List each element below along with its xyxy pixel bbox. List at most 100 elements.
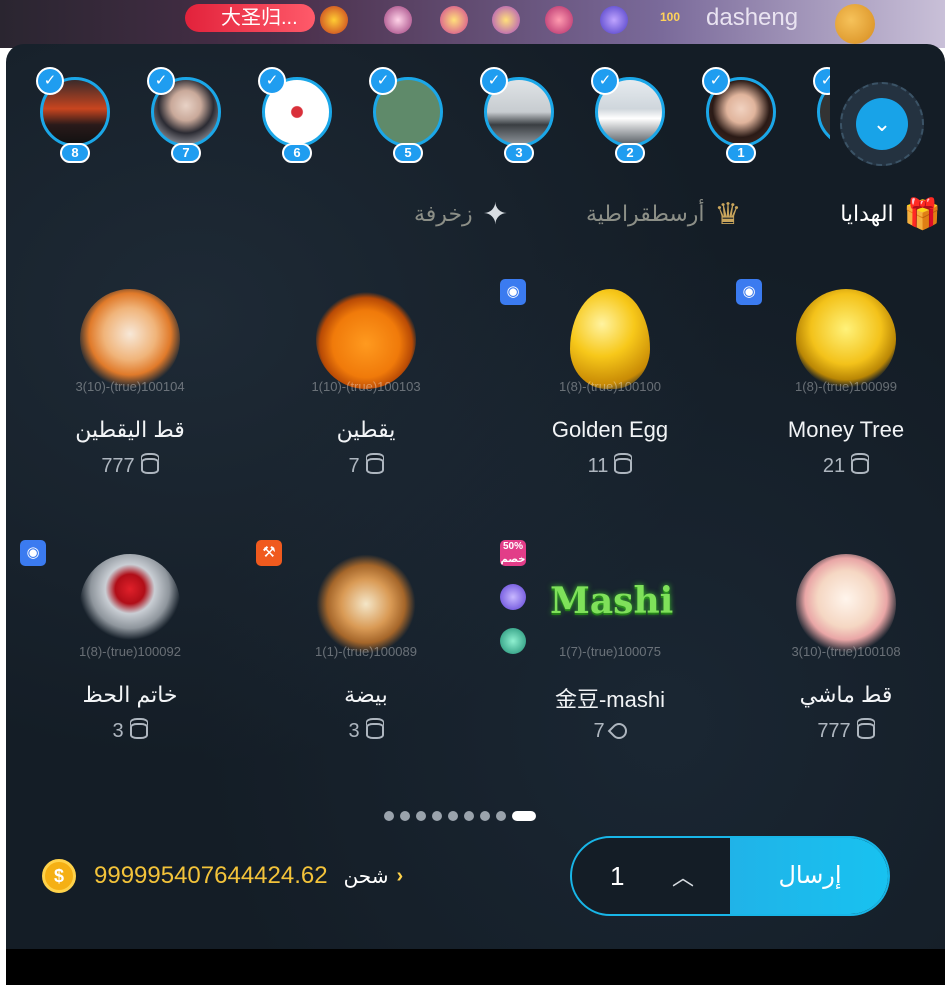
gift-price: 777	[736, 720, 945, 743]
gift-icon: 🎁	[903, 197, 941, 231]
gold-coin-icon: $	[42, 859, 76, 893]
pumpkin-gift-image	[316, 289, 416, 389]
page-dot[interactable]	[432, 811, 442, 821]
live-room-header: 大圣归... 100 dasheng	[0, 0, 945, 48]
mashi-gift-image: Mashi	[550, 580, 674, 622]
magic-wand-icon: ✦	[482, 197, 508, 231]
gift-id-label: 1(10)-(true)100103	[311, 379, 421, 394]
page-dot[interactable]	[384, 811, 394, 821]
page-indicator	[384, 810, 536, 822]
pumpkin-cat-gift-image	[80, 289, 180, 389]
check-icon: ✓	[480, 67, 508, 95]
gift-id-label: 3(10)-(true)100104	[75, 379, 185, 394]
avatar-rank: 2	[615, 143, 645, 163]
medal-icon	[384, 6, 412, 34]
check-icon: ✓	[36, 67, 64, 95]
level-badge: 100	[660, 10, 681, 24]
coin-icon	[129, 723, 148, 739]
gift-price: 21	[736, 455, 945, 478]
gift-item[interactable]: 3(10)-(true)100108 قط ماشي 777	[736, 554, 945, 764]
chevron-right-icon[interactable]: ›	[396, 865, 403, 888]
avatar-rank: 5	[393, 143, 423, 163]
egg-gift-image	[316, 554, 416, 654]
eye-icon: ◉	[736, 279, 762, 305]
gift-item[interactable]: ◉ 1(8)-(true)100099 Money Tree 21	[736, 279, 945, 499]
medal-icon	[320, 6, 348, 34]
gift-id-label: 1(8)-(true)100100	[559, 379, 661, 394]
eye-icon: ◉	[500, 279, 526, 305]
check-icon: ✓	[591, 67, 619, 95]
gift-price: 7	[500, 719, 720, 743]
page-dot-active[interactable]	[512, 811, 536, 821]
check-icon: ✓	[147, 67, 175, 95]
tab-gifts[interactable]: الهدايا 🎁	[840, 194, 941, 234]
medal-icon	[492, 6, 520, 34]
gift-price: 3	[20, 720, 240, 743]
recharge-link[interactable]: شحن	[344, 864, 389, 889]
tab-decoration-label: زخرفة	[414, 201, 473, 226]
quantity-value[interactable]: 1	[610, 838, 624, 914]
page-dot[interactable]	[480, 811, 490, 821]
send-control: 1 ︿ إرسال	[570, 836, 890, 916]
check-icon: ✓	[702, 67, 730, 95]
gift-id-label: 1(8)-(true)100099	[795, 379, 897, 394]
gift-item[interactable]: ◉ 1(8)-(true)100092 خاتم الحظ 3	[20, 540, 240, 764]
room-title-pill: 大圣归...	[185, 4, 315, 32]
star-medal-icon	[500, 584, 526, 610]
recipient-avatars: ✓ 8 ✓ 7 ✓ 6 ✓ 5 ✓ 3 ✓ 2 ✓ 1 ✓	[30, 67, 830, 177]
gift-name: Golden Egg	[551, 417, 669, 442]
coin-icon	[140, 458, 159, 474]
gift-item[interactable]: 3(10)-(true)100104 قط اليقطين 777	[20, 289, 240, 499]
page-dot[interactable]	[416, 811, 426, 821]
avatar-rank: 1	[726, 143, 756, 163]
tab-decoration[interactable]: زخرفة ✦	[414, 194, 508, 234]
gift-name: 金豆-mashi	[554, 687, 665, 712]
send-button[interactable]: إرسال	[730, 838, 888, 914]
page-dot[interactable]	[400, 811, 410, 821]
check-icon: ✓	[369, 67, 397, 95]
medal-icon	[600, 6, 628, 34]
medal-icon	[545, 6, 573, 34]
medal-icon	[440, 6, 468, 34]
tool-badge-icon: ⚒	[256, 540, 282, 566]
gift-price: 7	[256, 455, 476, 478]
avatar-rank: 8	[60, 143, 90, 163]
gift-item[interactable]: 1(10)-(true)100103 يقطين 7	[256, 289, 476, 499]
avatar-rank: 3	[504, 143, 534, 163]
gift-item[interactable]: 50% خصم Mashi 1(7)-(true)100075 金豆-mashi …	[500, 540, 720, 764]
money-tree-gift-image	[796, 289, 896, 389]
bottom-black-bar	[6, 949, 945, 985]
coin-icon	[856, 723, 875, 739]
expand-recipients-button[interactable]: ⌄	[840, 82, 924, 166]
tab-aristocracy[interactable]: أرسطقراطية ♛	[586, 194, 741, 234]
discount-badge: 50% خصم	[500, 540, 526, 566]
lucky-ring-gift-image	[80, 554, 180, 654]
page-dot[interactable]	[448, 811, 458, 821]
gift-item[interactable]: ⚒ 1(1)-(true)100089 بيضة 3	[256, 540, 476, 764]
gift-panel: ✓ 8 ✓ 7 ✓ 6 ✓ 5 ✓ 3 ✓ 2 ✓ 1 ✓ ⌄ الهدايا …	[6, 44, 945, 949]
tab-gifts-label: الهدايا	[840, 201, 894, 226]
chevron-down-icon: ⌄	[856, 98, 908, 150]
page-dot[interactable]	[464, 811, 474, 821]
coin-icon	[365, 723, 384, 739]
eye-icon: ◉	[20, 540, 46, 566]
host-avatar[interactable]	[835, 4, 875, 44]
coin-icon	[365, 458, 384, 474]
gift-id-label: 3(10)-(true)100108	[791, 644, 901, 659]
gift-id-label: 1(7)-(true)100075	[559, 644, 661, 659]
gift-name: بيضة	[344, 682, 388, 707]
gift-price: 3	[256, 720, 476, 743]
balance-amount: 999995407644424.62	[94, 862, 328, 889]
chevron-up-icon[interactable]: ︿	[672, 838, 694, 914]
gift-name: خاتم الحظ	[82, 682, 178, 707]
avatar-rank: 6	[282, 143, 312, 163]
gift-item[interactable]: ◉ 1(8)-(true)100100 Golden Egg 11	[500, 279, 720, 499]
avatar-rank: 7	[171, 143, 201, 163]
check-icon: ✓	[813, 67, 830, 95]
gift-name: Money Tree	[787, 417, 905, 442]
page-dot[interactable]	[496, 811, 506, 821]
check-icon: ✓	[258, 67, 286, 95]
mashi-cat-gift-image	[796, 554, 896, 654]
gift-name: يقطين	[336, 417, 396, 442]
gift-tabs: الهدايا 🎁 أرسطقراطية ♛ زخرفة ✦	[6, 194, 945, 234]
